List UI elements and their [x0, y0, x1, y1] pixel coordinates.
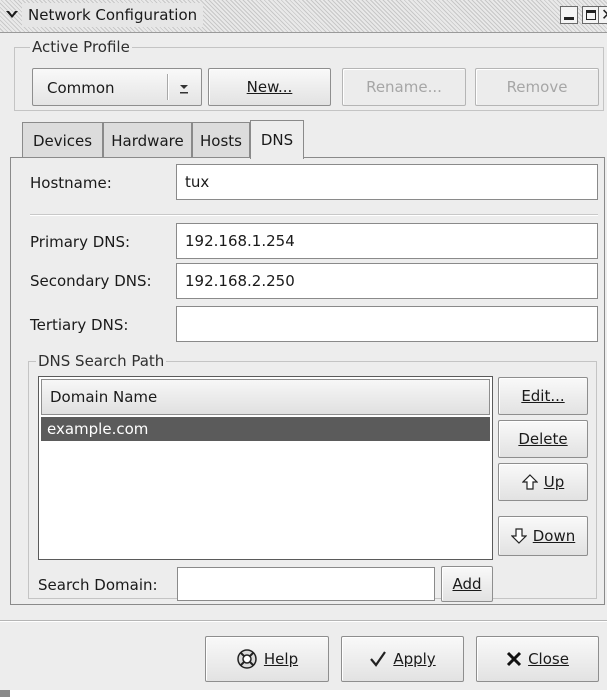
down-label: Down — [532, 527, 576, 545]
new-profile-label: New... — [246, 78, 293, 96]
new-profile-button[interactable]: New... — [208, 68, 331, 106]
chevron-down-icon — [180, 85, 188, 94]
domain-row-label: example.com — [47, 420, 149, 438]
apply-button[interactable]: Apply — [341, 636, 464, 682]
help-label: Help — [263, 650, 299, 668]
tab-hardware[interactable]: Hardware — [103, 122, 192, 158]
active-profile-label: Active Profile — [30, 38, 132, 56]
checkmark-icon — [370, 651, 387, 667]
divider — [0, 620, 607, 622]
profile-combo-value: Common — [47, 79, 115, 97]
arrow-down-icon — [510, 528, 527, 544]
delete-domain-button[interactable]: Delete — [498, 420, 588, 458]
network-configuration-window: Network Configuration ✕ Active Profile C… — [0, 0, 607, 690]
title-bar[interactable]: Network Configuration ✕ — [0, 0, 607, 33]
primary-dns-label: Primary DNS: — [30, 233, 131, 251]
apply-label: Apply — [393, 650, 436, 668]
divider — [30, 214, 598, 216]
help-lifebuoy-icon — [237, 649, 257, 669]
delete-domain-label: Delete — [518, 430, 568, 448]
dns-search-path-label: DNS Search Path — [36, 352, 167, 370]
close-button[interactable]: Close — [476, 636, 599, 682]
search-domain-input[interactable] — [177, 567, 435, 601]
up-label: Up — [543, 473, 565, 491]
edit-domain-label: Edit... — [521, 387, 565, 405]
add-domain-label: Add — [452, 575, 482, 593]
domain-name-column-header[interactable]: Domain Name — [41, 379, 490, 415]
tab-dns[interactable]: DNS — [250, 120, 304, 159]
minimize-icon[interactable] — [560, 6, 578, 24]
secondary-dns-input[interactable]: 192.168.2.250 — [176, 263, 598, 299]
tab-dns-label: DNS — [260, 131, 294, 149]
tab-hosts-label: Hosts — [200, 131, 242, 150]
arrow-up-icon — [521, 474, 538, 490]
tertiary-dns-input[interactable] — [176, 306, 598, 342]
tab-devices-label: Devices — [32, 131, 93, 150]
remove-profile-button[interactable]: Remove — [475, 68, 599, 106]
rename-profile-button[interactable]: Rename... — [342, 68, 466, 106]
rename-profile-label: Rename... — [366, 78, 442, 96]
primary-dns-input[interactable]: 192.168.1.254 — [176, 223, 598, 259]
window-bottom-edge — [0, 690, 607, 697]
tab-hosts[interactable]: Hosts — [192, 122, 250, 158]
tab-devices[interactable]: Devices — [22, 122, 103, 158]
close-label: Close — [528, 650, 569, 668]
list-item[interactable]: example.com — [41, 417, 490, 441]
add-domain-button[interactable]: Add — [441, 566, 493, 602]
search-domain-label: Search Domain: — [38, 576, 158, 594]
close-icon — [507, 651, 522, 667]
hostname-input[interactable]: tux — [176, 164, 598, 200]
secondary-dns-label: Secondary DNS: — [30, 272, 152, 290]
window-menu-icon[interactable] — [4, 7, 20, 23]
tertiary-dns-label: Tertiary DNS: — [30, 316, 129, 334]
domain-name-header-label: Domain Name — [50, 388, 158, 406]
window-title: Network Configuration — [22, 3, 204, 27]
close-window-icon[interactable]: ✕ — [598, 5, 607, 24]
down-button[interactable]: Down — [498, 516, 588, 556]
tab-hardware-label: Hardware — [111, 131, 184, 150]
hostname-label: Hostname: — [30, 174, 112, 192]
edit-domain-button[interactable]: Edit... — [498, 377, 588, 415]
help-button[interactable]: Help — [205, 636, 329, 682]
domain-list[interactable]: Domain Name example.com — [38, 376, 493, 560]
up-button[interactable]: Up — [498, 463, 588, 501]
profile-combo[interactable]: Common — [32, 68, 202, 106]
remove-profile-label: Remove — [506, 78, 568, 96]
